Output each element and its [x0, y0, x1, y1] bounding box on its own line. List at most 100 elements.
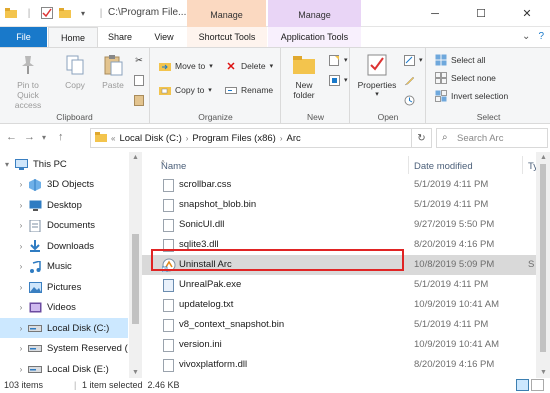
open-button[interactable]: ▾ — [403, 54, 423, 66]
expand-chevron-icon[interactable]: › — [14, 242, 28, 251]
table-row[interactable]: SonicUI.dll 9/27/2019 5:50 PM — [142, 215, 538, 235]
column-divider[interactable] — [522, 156, 523, 174]
expand-chevron-icon[interactable]: › — [14, 344, 28, 353]
column-name[interactable]: Name — [161, 161, 186, 172]
tab-home[interactable]: Home — [48, 27, 98, 47]
tab-application-tools[interactable]: Application Tools — [268, 27, 361, 47]
nav-item-label: Videos — [47, 302, 76, 313]
breadcrumb-local-disk[interactable]: Local Disk (C:) — [119, 133, 181, 144]
file-list-scrollbar-thumb[interactable] — [540, 164, 546, 352]
table-row[interactable]: version.ini 10/9/2019 10:41 AM — [142, 335, 538, 355]
expand-chevron-icon[interactable]: › — [14, 303, 28, 312]
nav-item-3d-objects[interactable]: › 3D Objects — [0, 175, 128, 195]
expand-chevron-icon[interactable]: › — [14, 365, 28, 374]
ribbon-collapse-icon[interactable]: ⌄ — [522, 31, 530, 42]
details-view-icon[interactable] — [516, 379, 529, 391]
table-row[interactable]: Uninstall Arc 10/8/2019 5:09 PM S — [142, 255, 538, 275]
nav-item-videos[interactable]: › Videos — [0, 298, 128, 318]
properties-icon — [364, 52, 390, 78]
select-all-button[interactable]: Select all — [435, 54, 486, 66]
chevron-down-icon[interactable]: ▾ — [76, 6, 90, 20]
nav-scrollbar[interactable]: ▲ ▼ — [129, 152, 142, 378]
manage-context-label-shortcut: Manage — [187, 0, 266, 27]
nav-item-pictures[interactable]: › Pictures — [0, 277, 128, 297]
table-row[interactable]: sqlite3.dll 8/20/2019 4:16 PM — [142, 235, 538, 255]
up-arrow-icon[interactable]: ↑ — [58, 131, 64, 143]
expand-chevron-icon[interactable]: › — [14, 324, 28, 333]
new-folder-button[interactable]: New folder — [286, 52, 322, 101]
new-folder-qat-icon[interactable] — [58, 6, 72, 20]
expand-chevron-icon[interactable]: › — [14, 283, 28, 292]
properties-button[interactable]: Properties ▾ — [354, 52, 400, 99]
column-divider[interactable] — [408, 156, 409, 174]
table-row[interactable]: v8_context_snapshot.bin 5/1/2019 4:11 PM — [142, 315, 538, 335]
nav-item-downloads[interactable]: › Downloads — [0, 236, 128, 256]
close-button[interactable]: ✕ — [504, 0, 550, 27]
nav-item-local-disk-e[interactable]: › Local Disk (E:) — [0, 359, 128, 378]
cut-button[interactable]: ✂ — [133, 54, 145, 66]
breadcrumb-separator-icon[interactable]: › — [280, 134, 283, 143]
nav-item-music[interactable]: › Music — [0, 257, 128, 277]
nav-item-system-reserved[interactable]: › System Reserved ( — [0, 339, 128, 359]
invert-selection-icon — [435, 90, 447, 102]
scroll-up-icon[interactable]: ▲ — [132, 154, 139, 161]
maximize-button[interactable]: ☐ — [458, 0, 504, 27]
large-icons-view-icon[interactable] — [531, 379, 544, 391]
breadcrumb-arc[interactable]: Arc — [287, 133, 301, 144]
tab-file[interactable]: File — [0, 27, 47, 47]
table-row[interactable]: vivoxplatform.dll 8/20/2019 4:16 PM — [142, 355, 538, 375]
new-item-button[interactable]: ▾ — [328, 54, 348, 66]
tab-shortcut-tools[interactable]: Shortcut Tools — [187, 27, 267, 47]
minimize-button[interactable]: ─ — [412, 0, 458, 27]
expand-chevron-icon[interactable]: › — [14, 262, 28, 271]
table-row[interactable]: UnrealPak.exe 5/1/2019 4:11 PM — [142, 275, 538, 295]
easy-access-button[interactable]: ▾ — [328, 74, 348, 86]
nav-item-desktop[interactable]: › Desktop — [0, 195, 128, 215]
rename-button[interactable]: Rename — [225, 84, 273, 96]
table-row[interactable]: updatelog.txt 10/9/2019 10:41 AM — [142, 295, 538, 315]
copy-button[interactable]: Copy — [58, 52, 92, 91]
expand-chevron-icon[interactable]: › — [14, 221, 28, 230]
file-name: scrollbar.css — [179, 179, 232, 190]
nav-item-documents[interactable]: › Documents — [0, 216, 128, 236]
copy-to-button[interactable]: Copy to ▾ — [159, 84, 212, 96]
edit-button[interactable] — [403, 74, 415, 86]
tab-view[interactable]: View — [141, 27, 187, 47]
history-button[interactable] — [403, 94, 415, 106]
file-icon — [163, 239, 174, 252]
breadcrumb-separator-icon[interactable]: › — [186, 134, 189, 143]
file-list-scrollbar[interactable]: ▲ ▼ — [536, 152, 550, 378]
delete-button[interactable]: ✕ Delete ▾ — [225, 60, 273, 73]
copy-path-button[interactable] — [133, 74, 145, 86]
address-bar[interactable]: « Local Disk (C:) › Program Files (x86) … — [90, 128, 412, 148]
nav-item-local-disk-c[interactable]: › Local Disk (C:) — [0, 318, 128, 338]
paste-shortcut-button[interactable] — [133, 94, 145, 106]
refresh-button[interactable]: ↻ — [412, 128, 432, 148]
tab-share[interactable]: Share — [99, 27, 141, 47]
move-to-button[interactable]: Move to ▾ — [159, 60, 213, 72]
address-overflow[interactable]: « — [111, 134, 115, 143]
expand-chevron-icon[interactable]: › — [14, 201, 28, 210]
table-row[interactable]: snapshot_blob.bin 5/1/2019 4:11 PM — [142, 195, 538, 215]
forward-arrow-icon[interactable]: → — [24, 131, 35, 143]
back-arrow-icon[interactable]: ← — [6, 131, 17, 143]
expanded-chevron-icon[interactable]: ▾ — [0, 160, 14, 169]
nav-scrollbar-thumb[interactable] — [132, 234, 139, 324]
expand-chevron-icon[interactable]: › — [14, 180, 28, 189]
help-icon[interactable]: ? — [538, 31, 544, 42]
search-input[interactable]: ⌕ Search Arc — [436, 128, 548, 148]
select-none-button[interactable]: Select none — [435, 72, 496, 84]
breadcrumb-program-files[interactable]: Program Files (x86) — [192, 133, 275, 144]
scroll-down-icon[interactable]: ▼ — [132, 369, 139, 376]
pin-quick-access-button[interactable]: Pin to Quick access — [6, 52, 50, 110]
properties-check-icon[interactable] — [40, 6, 54, 20]
paste-button[interactable]: Paste — [96, 52, 130, 91]
column-date-modified[interactable]: Date modified — [414, 161, 473, 172]
invert-selection-button[interactable]: Invert selection — [435, 90, 508, 102]
scroll-up-icon[interactable]: ▲ — [540, 154, 547, 161]
table-row[interactable]: scrollbar.css 5/1/2019 4:11 PM — [142, 175, 538, 195]
nav-item-this-pc[interactable]: ▾ This PC — [0, 154, 128, 174]
pin-icon — [15, 52, 41, 78]
recent-locations-chevron-icon[interactable]: ▾ — [42, 133, 46, 142]
scroll-down-icon[interactable]: ▼ — [540, 369, 547, 376]
